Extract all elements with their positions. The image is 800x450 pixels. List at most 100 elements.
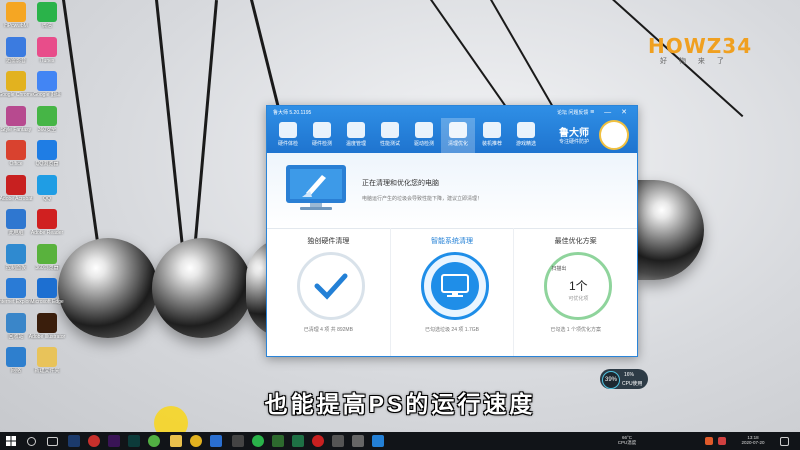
cpu-temp: 66°C CPU温度 [612, 435, 642, 445]
optimize-count: 1个 [569, 279, 588, 293]
app-icon[interactable] [232, 435, 244, 447]
desktop-icon-label: 360浏览器 [35, 264, 59, 271]
app-icon [37, 243, 57, 264]
tab-1[interactable]: 硬件检测 [305, 118, 339, 153]
desktop-icon[interactable]: QQ浏览器 [27, 140, 67, 167]
desktop-icon[interactable]: QQ [27, 174, 67, 202]
top-links[interactable]: 论坛 问题反馈 [557, 109, 588, 116]
tab-label: 清理优化 [447, 141, 468, 147]
app-icon [37, 105, 57, 126]
video-subtitle: 也能提高PS的运行速度 [264, 391, 536, 417]
desktop-icon[interactable]: Adobe Reader [27, 209, 67, 236]
app-icon [37, 140, 57, 160]
app-icon [37, 347, 57, 367]
search-icon[interactable] [27, 437, 36, 446]
app-icon[interactable] [332, 435, 344, 447]
tab-label: 温度管理 [345, 141, 366, 147]
desktop-icon[interactable]: 360安全 [27, 105, 67, 133]
app-icon [6, 243, 26, 264]
scan-label: 扫描出 [551, 266, 567, 272]
app-icon [37, 209, 57, 229]
tab-label: 装机推荐 [481, 141, 502, 147]
mascot-avatar[interactable] [599, 120, 629, 150]
tab-4[interactable]: 驱动检测 [407, 118, 441, 153]
chip-icon [313, 122, 331, 138]
pendulum-string [62, 0, 104, 273]
app-icon [6, 347, 26, 367]
app-icon [6, 2, 26, 22]
desktop-icon[interactable]: 新建文件夹 [27, 347, 67, 374]
desktop-icon-label: Microsoft Edge [30, 299, 64, 305]
wechat-icon[interactable] [252, 435, 264, 447]
gamepad-icon [517, 122, 535, 138]
photoshop-icon[interactable] [68, 435, 80, 447]
ludashi-taskbar-icon[interactable] [372, 435, 384, 447]
record-icon[interactable] [312, 435, 324, 447]
app-icon [37, 71, 57, 91]
window-controls[interactable]: ≡ — ✕ [590, 108, 631, 116]
pendulum-string [191, 0, 218, 265]
broom-icon [449, 122, 467, 138]
tab-7[interactable]: 游戏精选 [509, 118, 543, 153]
desktop-icon[interactable]: iTunes [27, 36, 67, 64]
gauge-icon [381, 122, 399, 138]
notification-icon[interactable] [780, 437, 789, 446]
app-icon [6, 312, 26, 333]
desktop-icon-label: 微信 [41, 23, 52, 29]
tab-2[interactable]: 温度管理 [339, 118, 373, 153]
card-optimize[interactable]: 最佳优化方案 扫描出 1个 可优化项 已勾选 1 个项优化方案 [514, 228, 637, 356]
card-system-clean[interactable]: 智能系统清理 已勾选垃圾 24 项 1.7GB [391, 228, 515, 356]
optimize-circle: 扫描出 1个 可优化项 [544, 252, 613, 320]
card-title: 最佳优化方案 [554, 238, 597, 245]
app-title: 鲁大师 5.20.1195 [273, 110, 312, 116]
tab-0[interactable]: 硬件体检 [271, 118, 305, 153]
desktop-icon[interactable]: Adobe Illustrator [27, 312, 67, 340]
app-icon[interactable] [272, 435, 284, 447]
premiere-icon[interactable] [108, 435, 120, 447]
app-green-icon[interactable] [148, 435, 160, 447]
logo-text: HOWZ34 [648, 34, 753, 58]
task-view-icon[interactable] [47, 437, 58, 446]
app-icon [6, 71, 26, 91]
tab-label: 驱动检测 [413, 141, 434, 147]
app-header: 鲁大师 5.20.1195 论坛 问题反馈 ≡ — ✕ 硬件体检 硬件检测 温度管理… [267, 106, 637, 153]
tab-label: 游戏精选 [515, 141, 536, 147]
app-icon[interactable] [352, 435, 364, 447]
tab-5[interactable]: 清理优化 [441, 118, 475, 153]
clock-date: 2020-07-20 [741, 440, 765, 445]
excel-icon[interactable] [292, 435, 304, 447]
card-hardware-clean[interactable]: 独创硬件清理 已清理 4 项 共 892MB [267, 228, 391, 356]
card-footer: 已勾选 1 个项优化方案 [550, 327, 601, 333]
brand-name: 鲁大师 [559, 128, 589, 139]
thermometer-icon [347, 122, 365, 138]
taskbar: 66°C CPU温度 13:18 2020-07-20 [0, 432, 800, 450]
card-footer: 已清理 4 项 共 892MB [303, 327, 353, 333]
pendulum-string [155, 0, 186, 267]
app-icon [37, 36, 57, 57]
tab-6[interactable]: 装机推荐 [475, 118, 509, 153]
desktop-icon[interactable]: Google 翻译 [27, 71, 67, 98]
browser-icon[interactable] [88, 435, 100, 447]
desktop-icon-label: QQ浏览器 [35, 161, 59, 167]
desktop-icon-label: 新建文件夹 [34, 368, 60, 374]
audition-icon[interactable] [128, 435, 140, 447]
app-icon [37, 312, 57, 333]
media-icon[interactable] [210, 435, 222, 447]
brand: 鲁大师 专注硬件防护 [559, 118, 629, 150]
shield-icon [279, 122, 297, 138]
tab-3[interactable]: 性能测试 [373, 118, 407, 153]
desktop-icon[interactable]: 360浏览器 [27, 243, 67, 271]
app-icon [37, 278, 57, 298]
chrome-icon[interactable] [190, 435, 202, 447]
desktop-icon[interactable]: Microsoft Edge [27, 278, 67, 305]
tray-icon[interactable] [718, 437, 726, 445]
desktop-icon-label: Adobe Reader [30, 230, 64, 236]
desktop-icon-label: iTunes [39, 57, 55, 64]
clock[interactable]: 13:18 2020-07-20 [733, 435, 773, 445]
channel-logo: HOWZ34 [648, 34, 752, 58]
desktop-icon[interactable]: 微信 [27, 2, 67, 29]
tray-icon[interactable] [705, 437, 713, 445]
brand-slogan: 专注硬件防护 [559, 139, 590, 145]
folder-icon[interactable] [170, 435, 182, 447]
windows-start-icon[interactable] [6, 436, 16, 446]
